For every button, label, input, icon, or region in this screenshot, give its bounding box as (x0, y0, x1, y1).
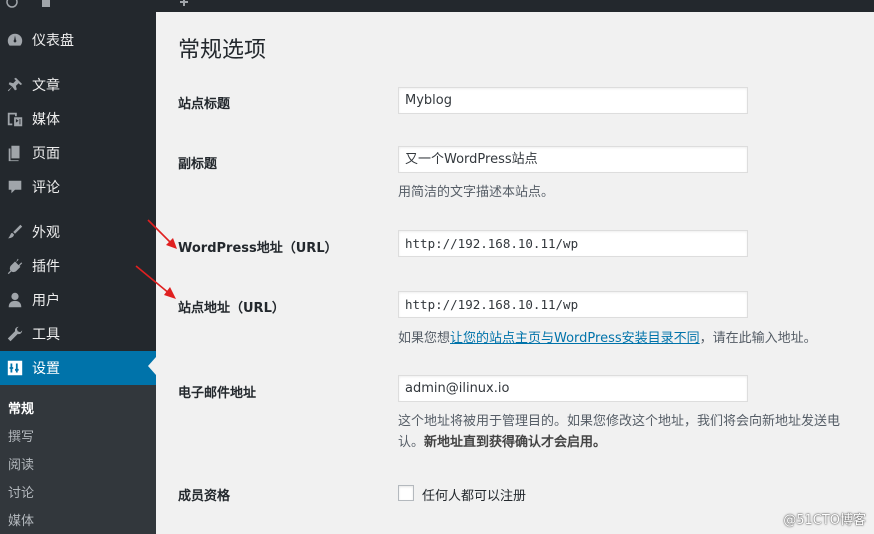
page-title: 常规选项 (178, 38, 267, 63)
sidebar-item-comments[interactable]: 评论 (0, 170, 156, 204)
site-address-input[interactable]: http://192.168.10.11/wp (398, 291, 748, 318)
email-description-line1: 这个地址将被用于管理目的。如果您修改这个地址，我们将会向新地址发送电 (398, 414, 841, 429)
annotation-arrow-icon (147, 219, 177, 249)
settings-icon (5, 358, 25, 378)
email-desc-plain: 认。 (398, 435, 425, 450)
user-icon (5, 290, 25, 310)
home-icon[interactable] (40, 0, 52, 8)
sidebar-item-settings[interactable]: 设置 (0, 351, 156, 385)
sidebar-item-label: 媒体 (32, 112, 60, 128)
tagline-label: 副标题 (178, 157, 218, 172)
submenu-item-general[interactable]: 常规 (8, 398, 34, 417)
sidebar-item-label: 外观 (32, 225, 60, 241)
submenu-item-discussion[interactable]: 讨论 (8, 482, 34, 501)
dashboard-icon (5, 30, 25, 50)
brush-icon (5, 222, 25, 242)
email-desc-bold: 新地址直到获得确认才会启用。 (424, 435, 607, 450)
submenu-item-reading[interactable]: 阅读 (8, 454, 34, 473)
site-address-label: 站点地址（URL） (178, 301, 285, 316)
sidebar-item-label: 仪表盘 (32, 33, 74, 49)
submenu-item-media[interactable]: 媒体 (8, 510, 34, 529)
email-label: 电子邮件地址 (178, 386, 257, 401)
sidebar-item-label: 工具 (32, 327, 60, 343)
plugin-icon (5, 256, 25, 276)
sidebar-item-label: 用户 (32, 293, 60, 309)
sidebar-item-posts[interactable]: 文章 (0, 68, 156, 102)
membership-label: 成员资格 (178, 489, 231, 504)
admin-bar (0, 0, 874, 12)
sidebar-item-label: 评论 (32, 180, 60, 196)
wp-logo-icon[interactable] (6, 0, 18, 8)
sidebar-item-dashboard[interactable]: 仪表盘 (0, 23, 156, 57)
site-title-input[interactable]: Myblog (398, 87, 748, 114)
anyone-can-register-label[interactable]: 任何人都可以注册 (422, 485, 526, 504)
email-description-line2: 认。新地址直到获得确认才会启用。 (398, 431, 606, 450)
site-title-label: 站点标题 (178, 97, 231, 112)
watermark: @51CTO博客 (783, 513, 866, 528)
anyone-can-register-checkbox[interactable] (398, 485, 414, 501)
site-address-desc-suffix: ，请在此输入地址。 (699, 331, 817, 346)
wp-address-input[interactable]: http://192.168.10.11/wp (398, 230, 748, 257)
sidebar-item-media[interactable]: 媒体 (0, 102, 156, 136)
settings-form: 常规选项 站点标题 Myblog 副标题 又一个WordPress站点 用简洁的… (156, 12, 874, 534)
sidebar-item-appearance[interactable]: 外观 (0, 215, 156, 249)
sidebar-item-label: 页面 (32, 146, 60, 162)
email-input[interactable]: admin@ilinux.io (398, 375, 748, 402)
settings-submenu: 常规 撰写 阅读 讨论 媒体 (0, 385, 156, 534)
plus-icon[interactable] (178, 0, 190, 8)
submenu-item-writing[interactable]: 撰写 (8, 426, 34, 445)
current-menu-indicator (148, 357, 156, 375)
tagline-description: 用简洁的文字描述本站点。 (398, 185, 555, 200)
site-address-help-link[interactable]: 让您的站点主页与WordPress安装目录不同 (450, 331, 700, 346)
site-address-description: 如果您想让您的站点主页与WordPress安装目录不同，请在此输入地址。 (398, 327, 817, 346)
sidebar-item-label: 文章 (32, 78, 60, 94)
wp-address-label: WordPress地址（URL） (178, 241, 338, 256)
tagline-input[interactable]: 又一个WordPress站点 (398, 146, 748, 173)
comment-icon (5, 177, 25, 197)
wrench-icon (5, 324, 25, 344)
media-icon (5, 109, 25, 129)
annotation-arrow-icon (135, 265, 176, 299)
sidebar-item-label: 插件 (32, 259, 60, 275)
page-icon (5, 143, 25, 163)
site-address-desc-prefix: 如果您想 (398, 331, 451, 346)
sidebar-item-label: 设置 (32, 361, 60, 377)
sidebar-item-pages[interactable]: 页面 (0, 136, 156, 170)
pin-icon (5, 75, 25, 95)
sidebar-item-tools[interactable]: 工具 (0, 317, 156, 351)
